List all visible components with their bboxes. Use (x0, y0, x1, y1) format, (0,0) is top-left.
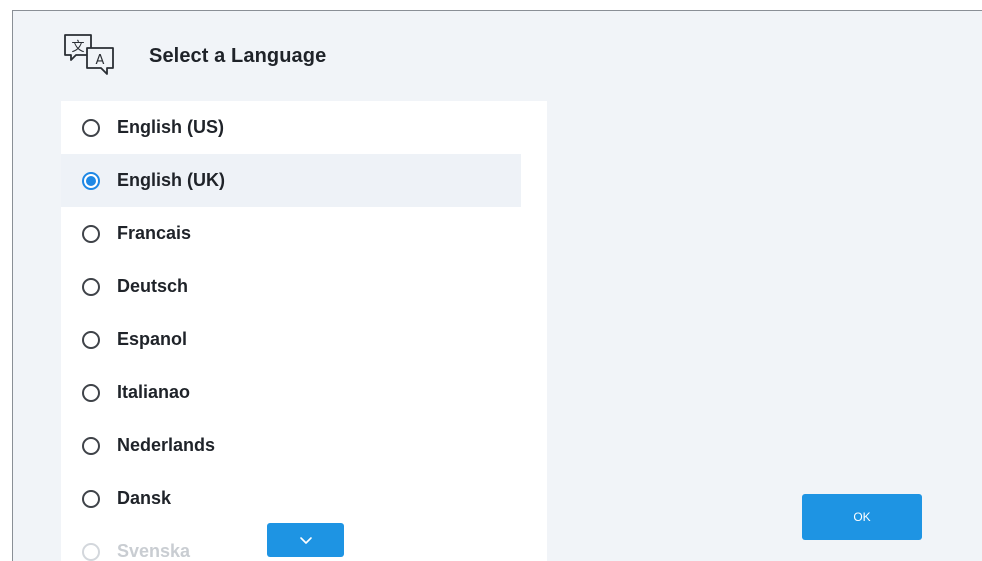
radio-button[interactable] (82, 224, 100, 243)
language-dialog: 文 A Select a Language English (US) Engli… (12, 10, 982, 561)
scroll-down-button[interactable] (267, 523, 344, 557)
radio-button[interactable] (82, 118, 100, 137)
language-option[interactable]: Espanol (61, 313, 547, 366)
language-option[interactable]: Francais (61, 207, 547, 260)
language-option[interactable]: English (US) (61, 101, 547, 154)
radio-button[interactable] (82, 277, 100, 296)
language-label: English (UK) (117, 170, 225, 190)
radio-button[interactable] (82, 330, 100, 349)
language-label: Nederlands (117, 435, 216, 455)
language-label: Deutsch (117, 276, 189, 296)
language-option[interactable]: Dansk (61, 472, 547, 525)
translate-icon: 文 A (64, 34, 114, 75)
dialog-title: Select a Language (149, 45, 327, 67)
chevron-down-icon (299, 536, 312, 544)
language-label: Italianao (117, 382, 191, 402)
ok-button[interactable]: OK (802, 494, 922, 540)
language-label: Dansk (117, 488, 172, 508)
svg-text:A: A (96, 53, 105, 68)
radio-button-checked[interactable] (82, 171, 100, 190)
radio-button[interactable] (82, 383, 100, 402)
language-label: English (US) (117, 117, 224, 137)
language-label: Francais (117, 223, 192, 243)
dialog-header: 文 A Select a Language (13, 11, 982, 101)
radio-button[interactable] (82, 489, 100, 508)
radio-button[interactable] (82, 436, 100, 455)
svg-text:文: 文 (71, 40, 84, 55)
language-label: Svenska (117, 541, 191, 561)
radio-button[interactable] (82, 542, 100, 561)
language-list[interactable]: English (US) English (UK) Francais Deuts… (61, 101, 547, 561)
language-option-selected[interactable]: English (UK) (61, 154, 521, 207)
language-option[interactable]: Nederlands (61, 419, 547, 472)
language-label: Espanol (117, 329, 188, 349)
language-option[interactable]: Italianao (61, 366, 547, 419)
language-option[interactable]: Deutsch (61, 260, 547, 313)
